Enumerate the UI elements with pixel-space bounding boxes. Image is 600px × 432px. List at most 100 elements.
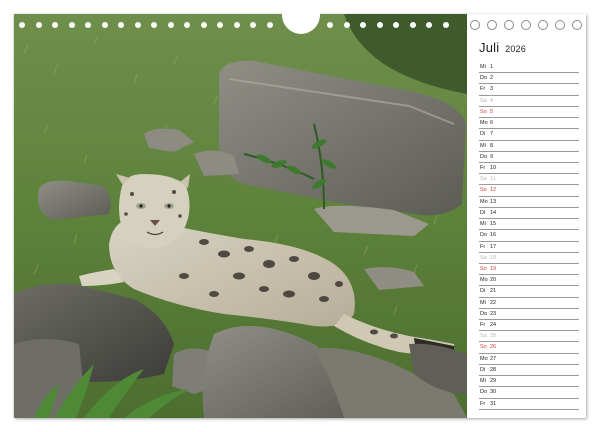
day-number: 24 <box>490 322 497 329</box>
binding-hole <box>233 22 240 28</box>
binding-hole <box>426 22 432 28</box>
day-number: 8 <box>490 142 494 149</box>
binding-hole <box>343 22 350 28</box>
hanger-cutout <box>282 12 320 34</box>
day-number: 7 <box>490 131 494 138</box>
day-row: Fr 3 <box>479 84 579 96</box>
binding-hole <box>376 22 383 28</box>
day-row: Mi 22 <box>479 298 579 309</box>
day-number: 10 <box>490 164 497 171</box>
day-row: Di 21 <box>479 286 579 298</box>
binding-hole <box>360 22 366 28</box>
day-row: Fr 10 <box>479 163 579 175</box>
binding-hole <box>250 22 256 28</box>
day-number: 26 <box>490 344 497 351</box>
day-row: Do 23 <box>479 309 579 321</box>
day-number: 11 <box>490 176 496 183</box>
day-number: 6 <box>490 120 494 127</box>
binding-hole <box>151 22 157 28</box>
day-number: 31 <box>490 400 497 407</box>
binding-hole <box>487 20 497 30</box>
binding-hole <box>470 20 480 30</box>
day-row: Fr 17 <box>479 242 579 253</box>
day-row: Sa 4 <box>479 96 579 107</box>
day-number: 3 <box>490 86 494 93</box>
binding-hole <box>118 22 124 28</box>
binding-hole <box>572 20 582 30</box>
day-row: Fr 24 <box>479 320 579 332</box>
binding-hole <box>442 22 449 28</box>
day-number: 13 <box>490 198 497 205</box>
day-row: Di 28 <box>479 365 579 377</box>
day-row: Mo 20 <box>479 275 579 287</box>
binding-hole <box>327 22 333 28</box>
month-name: Juli <box>479 40 500 55</box>
day-row: Sa 11 <box>479 174 579 186</box>
day-number: 25 <box>490 333 497 340</box>
snow-leopard-photo <box>14 14 467 418</box>
day-row: Mo 6 <box>479 118 579 130</box>
binding-hole <box>504 20 514 30</box>
day-row: Sa 25 <box>479 331 579 343</box>
binding-hole <box>521 20 531 30</box>
binding-hole <box>85 22 91 28</box>
day-number: 15 <box>490 221 497 228</box>
binding-hole <box>134 22 141 28</box>
day-number: 30 <box>490 389 497 396</box>
day-number: 28 <box>490 366 497 373</box>
month-header: Juli 2026 <box>479 40 579 62</box>
day-number: 16 <box>490 232 497 239</box>
day-number: 21 <box>490 288 497 295</box>
day-row: Mi 1 <box>479 62 579 74</box>
day-number: 23 <box>490 310 497 317</box>
day-number: 14 <box>490 209 497 216</box>
day-row: Di 14 <box>479 208 579 220</box>
binding-hole <box>52 22 58 28</box>
day-number: 22 <box>490 299 497 306</box>
day-row: Do 2 <box>479 73 579 85</box>
binding-hole <box>409 22 416 28</box>
binding-hole <box>393 22 399 28</box>
day-row: Di 7 <box>479 129 579 141</box>
year-label: 2026 <box>505 44 526 54</box>
day-number: 20 <box>490 277 497 284</box>
day-number: 1 <box>490 64 494 70</box>
day-row: So 5 <box>479 107 579 119</box>
binding-hole <box>266 22 273 28</box>
binding-hole <box>184 22 190 28</box>
binding-hole <box>200 22 207 28</box>
binding-hole <box>217 22 223 28</box>
binding-hole <box>538 20 548 30</box>
day-number: 18 <box>490 254 497 261</box>
day-number: 19 <box>490 265 497 272</box>
spiral-binding <box>14 12 586 38</box>
day-row: So 19 <box>479 264 579 276</box>
day-number: 5 <box>490 108 494 115</box>
day-row: So 26 <box>479 342 579 354</box>
day-row: Do 9 <box>479 152 579 163</box>
binding-hole <box>19 22 25 28</box>
photo-illustration <box>14 14 467 418</box>
day-row: Do 30 <box>479 387 579 399</box>
day-number: 29 <box>490 378 497 385</box>
day-row: Sa 18 <box>479 253 579 264</box>
calendar-column: Juli 2026 Mi 1 Do 2 Fr 3 Sa 4 So 5 Mo 6 Di 7 Mi 8 Do 9 Fr 1… <box>479 40 579 410</box>
day-row: Mi 15 <box>479 219 579 231</box>
day-row: So 12 <box>479 185 579 197</box>
day-row: Fr 31 <box>479 399 579 410</box>
day-row: Mo 13 <box>479 197 579 208</box>
day-number: 17 <box>490 243 497 250</box>
day-number: 9 <box>490 153 494 160</box>
day-row: Mo 27 <box>479 354 579 365</box>
calendar-sheet: Juli 2026 Mi 1 Do 2 Fr 3 Sa 4 So 5 Mo 6 Di 7 Mi 8 Do 9 Fr 1… <box>14 12 586 418</box>
day-row: Mi 8 <box>479 141 579 152</box>
day-number: 2 <box>490 75 494 82</box>
day-row: Do 16 <box>479 230 579 242</box>
binding-hole <box>35 22 42 28</box>
binding-hole <box>101 22 108 28</box>
binding-hole <box>555 20 565 30</box>
day-number: 27 <box>490 355 497 362</box>
binding-hole <box>68 22 75 28</box>
binding-hole <box>167 22 174 28</box>
day-number: 4 <box>490 97 494 104</box>
